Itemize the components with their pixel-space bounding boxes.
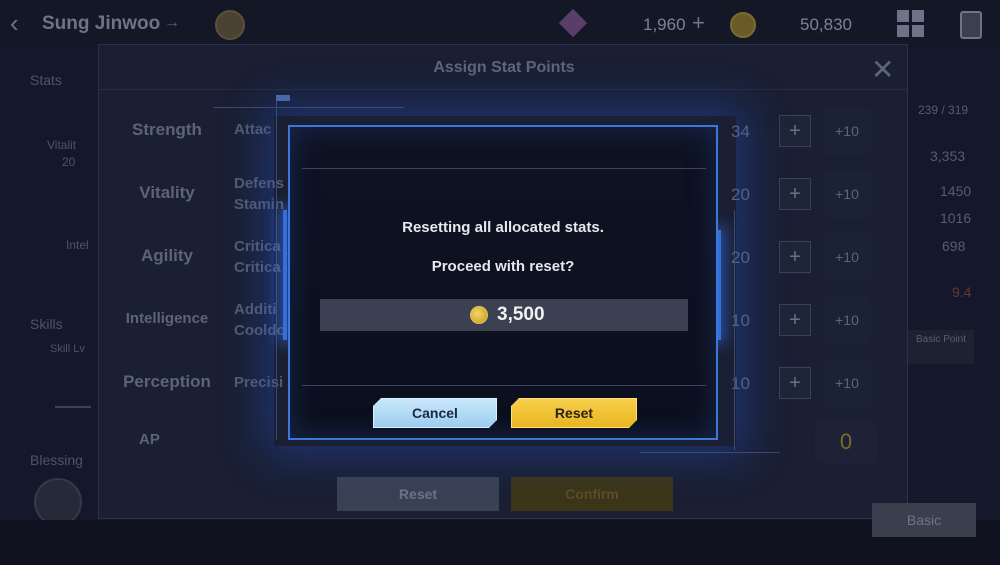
- stat-name-strength: Strength: [132, 120, 202, 139]
- gold-coin-icon: [730, 12, 756, 38]
- frame-marker: [276, 95, 290, 101]
- bg-stat-value-2: 1450: [940, 183, 972, 199]
- reset-button[interactable]: Reset: [511, 398, 637, 428]
- player-name: Sung Jinwoo: [42, 13, 161, 34]
- agility-plus-button[interactable]: +: [779, 241, 811, 273]
- menu-grid-icon[interactable]: [897, 10, 925, 38]
- vitality-plus10-button[interactable]: +10: [823, 170, 871, 218]
- stat-desc-intelligence-1: Additi: [234, 301, 277, 318]
- basic-button[interactable]: Basic: [872, 503, 976, 537]
- bg-stat-value-4: 698: [942, 238, 966, 254]
- stat-desc-strength: Attac: [234, 121, 272, 138]
- bg-vitality-value: 20: [62, 155, 76, 169]
- stat-name-vitality: Vitality: [139, 183, 195, 202]
- stat-name-intelligence: Intelligence: [125, 310, 209, 327]
- reset-cost-bar: 3,500: [320, 299, 688, 331]
- modal-title: Assign Stat Points: [433, 59, 575, 76]
- title-divider: [99, 89, 909, 90]
- perception-plus-button[interactable]: +: [779, 367, 811, 399]
- dialog-message-line2: Proceed with reset?: [431, 258, 575, 275]
- cancel-button[interactable]: Cancel: [373, 398, 497, 428]
- dialog-message-line1: Resetting all allocated stats.: [402, 219, 604, 236]
- bottom-shade: [0, 520, 1000, 565]
- intelligence-plus-button[interactable]: +: [779, 304, 811, 336]
- rank-badge-icon[interactable]: [215, 10, 245, 40]
- stat-name-agility: Agility: [141, 246, 193, 265]
- ap-value: 0: [815, 421, 877, 463]
- blessing-avatar[interactable]: [34, 478, 82, 526]
- gem-count: 1,960: [643, 15, 686, 34]
- bg-stat-value-5: 9.4: [952, 284, 972, 300]
- close-icon[interactable]: ✕: [871, 53, 894, 86]
- ap-label: AP: [139, 431, 160, 448]
- edit-name-icon[interactable]: →: [164, 14, 180, 32]
- reset-cost-value: 3,500: [497, 304, 545, 325]
- dialog-top-divider: [302, 168, 706, 169]
- frame-line-top: [214, 107, 404, 108]
- blessing-label: Blessing: [30, 452, 83, 468]
- gold-coin-icon: [470, 306, 488, 324]
- perception-plus10-button[interactable]: +10: [823, 359, 871, 407]
- strength-plus-button[interactable]: +: [779, 115, 811, 147]
- skills-label: Skills: [30, 316, 63, 332]
- skills-sub-label: Skill Lv: [50, 343, 85, 355]
- bg-level-progress: 239 / 319: [918, 103, 969, 117]
- gold-count: 50,830: [800, 15, 852, 34]
- stat-name-perception: Perception: [123, 372, 211, 391]
- intelligence-plus10-button[interactable]: +10: [823, 296, 871, 344]
- dialog-bottom-divider: [302, 385, 706, 386]
- agility-plus10-button[interactable]: +10: [823, 233, 871, 281]
- bg-chip: Basic Point: [908, 330, 974, 364]
- add-gems-button[interactable]: +: [692, 10, 705, 36]
- strength-plus10-button[interactable]: +10: [823, 107, 871, 155]
- vitality-plus-button[interactable]: +: [779, 178, 811, 210]
- bg-stat-value-3: 1016: [940, 210, 972, 226]
- gem-icon: [558, 8, 588, 38]
- frame-line-bottom: [640, 452, 780, 453]
- outer-reset-button[interactable]: Reset: [337, 477, 499, 511]
- reset-confirm-dialog: Resetting all allocated stats. Proceed w…: [288, 125, 718, 440]
- back-arrow-icon[interactable]: ‹: [10, 10, 32, 36]
- device-icon[interactable]: [960, 11, 982, 39]
- bg-stat-value-1: 3,353: [930, 148, 966, 164]
- top-bar: ‹ Sung Jinwoo → 1,960 + 50,830: [0, 0, 1000, 48]
- glow-edge-left: [283, 210, 287, 340]
- weapon-icon[interactable]: [55, 388, 91, 408]
- bg-intel-label: Intel: [66, 238, 89, 252]
- bg-vitality-label: Vitalit: [47, 138, 77, 152]
- stats-tab-label[interactable]: Stats: [30, 72, 62, 88]
- confirm-button[interactable]: Confirm: [511, 477, 673, 511]
